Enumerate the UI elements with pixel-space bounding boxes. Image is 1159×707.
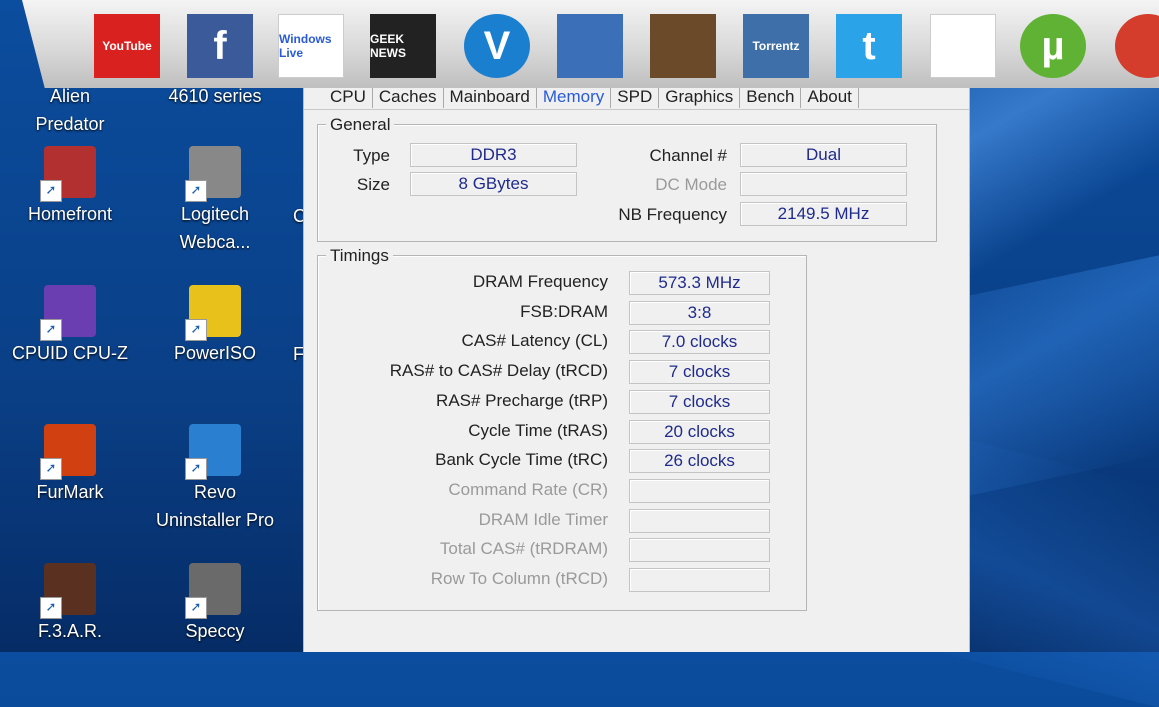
timing-value: 7.0 clocks — [629, 330, 770, 355]
tab-graphics[interactable]: Graphics — [659, 88, 741, 108]
shortcut-arrow-icon: ➚ — [185, 319, 207, 341]
shortcut-arrow-icon: ➚ — [185, 597, 207, 619]
timing-label: Command Rate (CR) — [448, 479, 608, 499]
tab-mainboard[interactable]: Mainboard — [444, 88, 537, 108]
desktop-icon-label: Revo Uninstaller Pro — [155, 482, 275, 530]
desktop-icon-label: Alien Predator — [35, 86, 105, 134]
desktop-icon-label: CPUID CPU-Z — [12, 343, 128, 363]
desktop-icon[interactable]: ➚ Homefront — [0, 146, 140, 228]
timing-label: Bank Cycle Time (tRC) — [435, 450, 608, 470]
reddit-like-icon[interactable] — [557, 14, 623, 78]
chess-icon[interactable] — [650, 14, 716, 78]
facebook-icon[interactable]: f — [187, 14, 253, 78]
size-label: Size — [356, 175, 390, 194]
channel-value: Dual — [740, 143, 907, 167]
desktop-icon-label: Speccy — [185, 621, 245, 641]
type-label: Type — [353, 146, 390, 165]
torrentz-icon[interactable]: Torrentz — [743, 14, 809, 78]
app-icon: ➚ — [40, 146, 96, 202]
desktop-icon[interactable]: ➚ CPUID CPU-Z — [0, 285, 140, 367]
timing-label: Cycle Time (tRAS) — [468, 420, 608, 440]
twitter-icon[interactable]: t — [836, 14, 902, 78]
shortcut-arrow-icon: ➚ — [185, 458, 207, 480]
nb-frequency-value: 2149.5 MHz — [740, 202, 907, 226]
timing-value — [629, 478, 770, 503]
desktop-icon-label: Logitech Webca... — [179, 204, 251, 252]
dc-mode-label: DC Mode — [655, 175, 727, 194]
tab-strip: CPU Caches Mainboard Memory SPD Graphics Bench… — [324, 88, 859, 110]
tab-spd[interactable]: SPD — [611, 88, 660, 108]
timing-label: DRAM Frequency — [472, 272, 608, 291]
windows-live-icon[interactable]: Windows Live — [278, 14, 344, 78]
shortcut-arrow-icon: ➚ — [185, 180, 207, 202]
launcher-bar: YouTube f Windows Live GEEK NEWS V Torrentz t µ — [22, 0, 1159, 88]
desktop-icon-label: F.3.A.R. — [37, 621, 103, 641]
timing-value: 3:8 — [629, 300, 770, 325]
type-value: DDR3 — [410, 143, 577, 167]
timing-label: CAS# Latency (CL) — [461, 331, 608, 351]
ccleaner-icon[interactable] — [1115, 14, 1159, 78]
scrooge-icon[interactable] — [930, 14, 996, 78]
timing-value: 26 clocks — [629, 449, 770, 474]
app-icon: ➚ — [185, 563, 241, 619]
timing-label: RAS# to CAS# Delay (tRCD) — [389, 361, 608, 381]
timing-value — [629, 508, 770, 533]
youtube-icon[interactable]: YouTube — [94, 14, 160, 78]
desktop-icon[interactable]: ➚ Revo Uninstaller Pro — [145, 424, 285, 534]
utorrent-icon[interactable]: µ — [1020, 14, 1086, 78]
v-app-icon[interactable]: V — [464, 14, 530, 78]
app-icon: ➚ — [40, 285, 96, 341]
timings-legend: Timings — [326, 246, 393, 266]
shortcut-arrow-icon: ➚ — [40, 458, 62, 480]
dc-mode-value — [740, 172, 907, 196]
timing-value: 573.3 MHz — [629, 271, 770, 295]
tab-caches[interactable]: Caches — [373, 88, 444, 108]
timing-label: Row To Column (tRCD) — [430, 569, 608, 588]
desktop-icon-label: FurMark — [36, 482, 104, 502]
timing-label: RAS# Precharge (tRP) — [436, 390, 608, 410]
tab-bench[interactable]: Bench — [740, 88, 802, 108]
shortcut-arrow-icon: ➚ — [40, 319, 62, 341]
general-group: General Type DDR3 Size 8 GBytes Channel … — [317, 115, 937, 242]
tab-divider — [304, 109, 969, 110]
desktop-icon-label: PowerISO — [173, 343, 257, 363]
nb-frequency-label: NB Frequency — [618, 205, 727, 224]
cpuz-window: CPU Caches Mainboard Memory SPD Graphics Bench… — [303, 88, 970, 652]
tab-memory[interactable]: Memory — [536, 88, 612, 108]
desktop-icon[interactable]: ➚ Logitech Webca... — [145, 146, 285, 256]
app-icon: ➚ — [185, 285, 241, 341]
app-icon: ➚ — [40, 563, 96, 619]
news-icon[interactable]: GEEK NEWS — [370, 14, 436, 78]
desktop-icon[interactable]: ➚ PowerISO — [145, 285, 285, 367]
desktop-icon-label: Homefront — [27, 204, 113, 224]
desktop-icon[interactable]: ➚ FurMark — [0, 424, 140, 506]
timing-value — [629, 538, 770, 563]
tab-cpu[interactable]: CPU — [324, 88, 373, 108]
shortcut-arrow-icon: ➚ — [40, 180, 62, 202]
desktop-icon[interactable]: ➚ F.3.A.R. — [0, 563, 140, 645]
size-value: 8 GBytes — [410, 172, 577, 196]
channel-label: Channel # — [649, 146, 727, 165]
app-icon: ➚ — [185, 146, 241, 202]
timing-label: Total CAS# (tRDRAM) — [439, 539, 608, 559]
tab-about[interactable]: About — [801, 88, 859, 108]
timing-value — [629, 568, 770, 592]
timing-label: DRAM Idle Timer — [478, 509, 608, 529]
timings-group: Timings DRAM Frequency 573.3 MHz FSB:DRAM 3… — [317, 246, 807, 611]
timing-value: 7 clocks — [629, 389, 770, 414]
shortcut-arrow-icon: ➚ — [40, 597, 62, 619]
app-icon: ➚ — [40, 424, 96, 480]
timing-value: 20 clocks — [629, 419, 770, 444]
timing-value: 7 clocks — [629, 360, 770, 385]
desktop-icon[interactable]: ➚ Speccy — [145, 563, 285, 645]
app-icon: ➚ — [185, 424, 241, 480]
timing-label: FSB:DRAM — [520, 301, 608, 321]
general-legend: General — [326, 115, 395, 135]
